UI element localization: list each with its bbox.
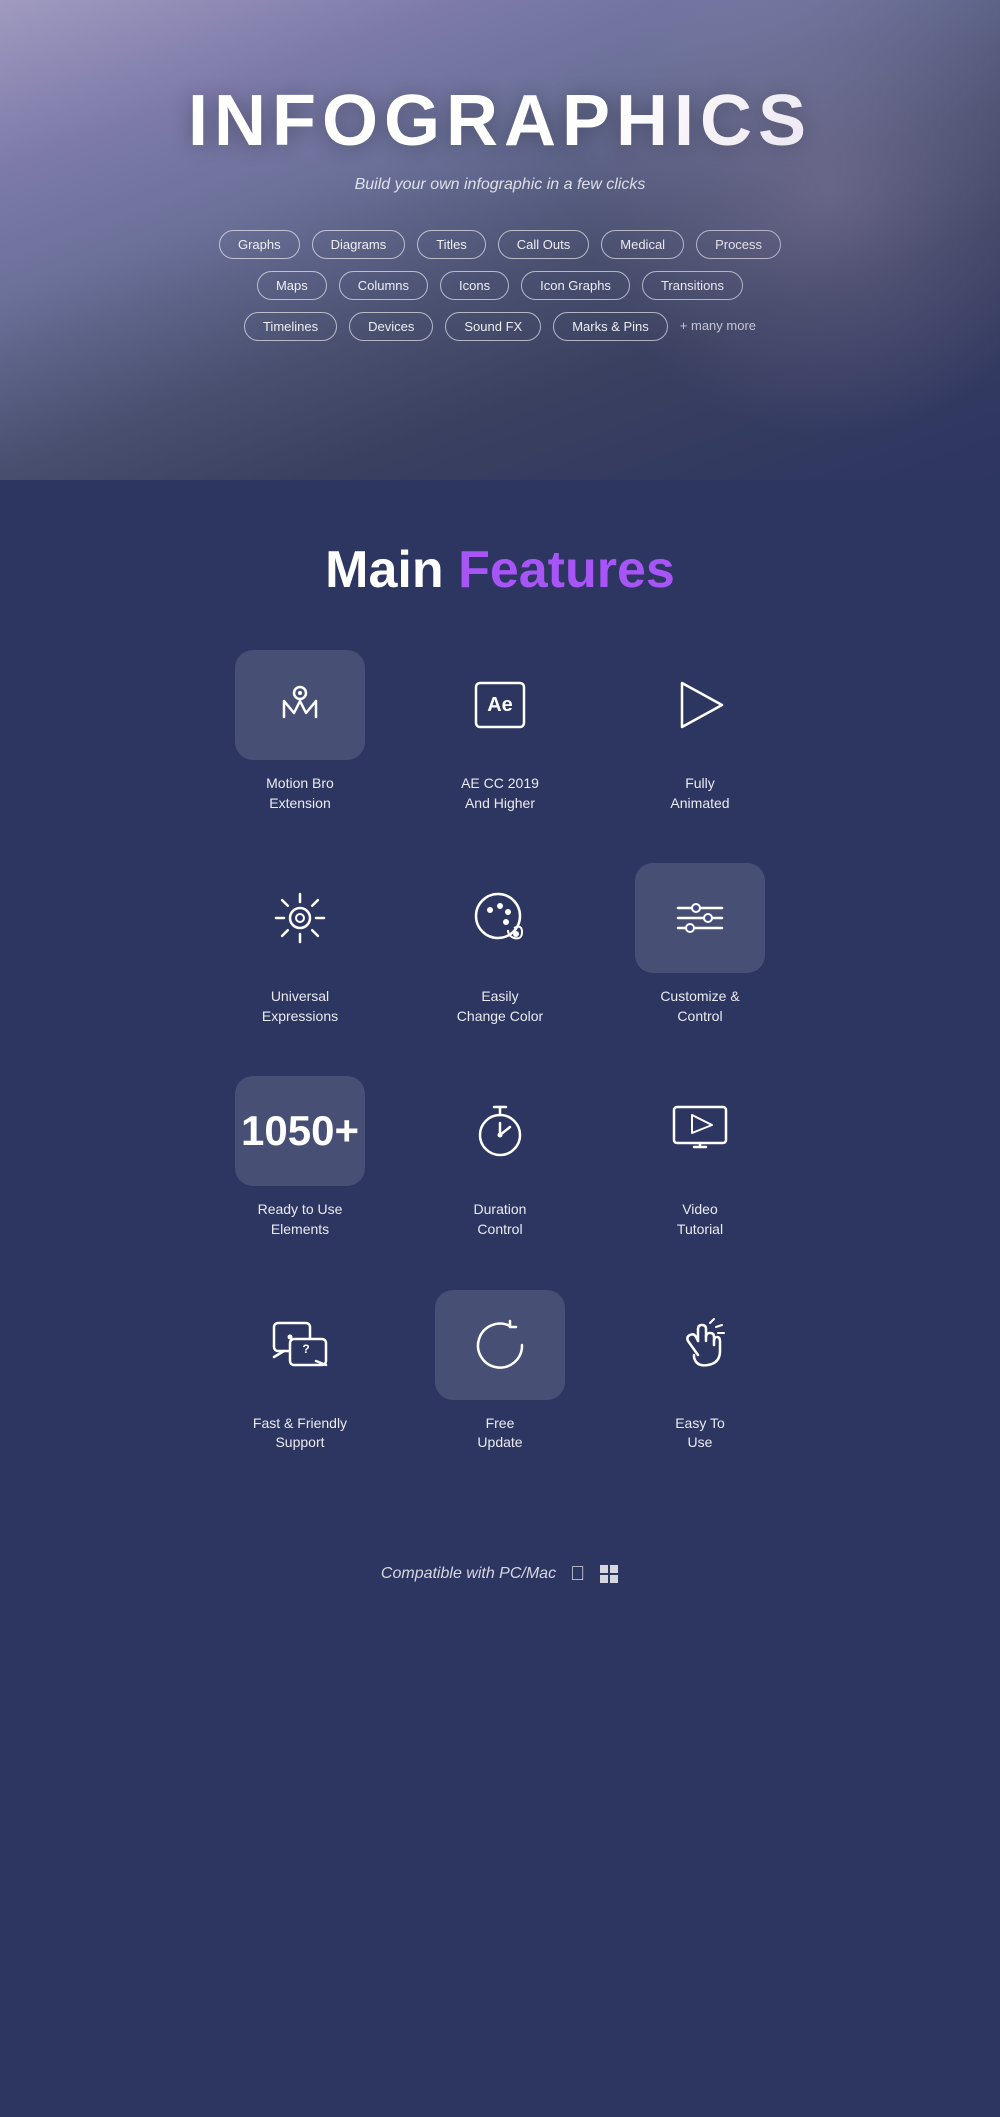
feature-label-tutorial: VideoTutorial: [677, 1200, 723, 1239]
tag-graphs: Graphs: [219, 230, 300, 259]
tag-titles: Titles: [417, 230, 486, 259]
svg-text:Ae: Ae: [487, 694, 513, 716]
feature-icon-box-support: ?: [235, 1290, 365, 1400]
tag-sound-fx: Sound FX: [445, 312, 541, 341]
gear-icon: [268, 886, 332, 950]
tags-row-1: Graphs Diagrams Titles Call Outs Medical…: [219, 230, 781, 259]
tag-timelines: Timelines: [244, 312, 337, 341]
compatible-bar: Compatible with PC/Mac : [0, 1533, 1000, 1626]
tag-medical: Medical: [601, 230, 684, 259]
feature-icon-box-tutorial: [635, 1076, 765, 1186]
svg-text:?: ?: [302, 1342, 309, 1356]
tag-columns: Columns: [339, 271, 428, 300]
feature-icon-box-animated: [635, 650, 765, 760]
refresh-icon: [468, 1313, 532, 1377]
feature-label-expressions: UniversalExpressions: [262, 987, 338, 1026]
section-title-white: Main: [325, 541, 458, 599]
hero-title: INFOGRAPHICS: [188, 80, 812, 162]
feature-label-animated: FullyAnimated: [670, 774, 729, 813]
tag-diagrams: Diagrams: [312, 230, 406, 259]
palette-icon: [468, 886, 532, 950]
hero-subtitle: Build your own infographic in a few clic…: [355, 176, 646, 194]
tag-process: Process: [696, 230, 781, 259]
features-section: Main Features Motion BroExtension Ae: [0, 480, 1000, 1533]
feature-label-ae: AE CC 2019And Higher: [461, 774, 539, 813]
feature-ae: Ae AE CC 2019And Higher: [400, 650, 600, 813]
feature-motion-bro: Motion BroExtension: [200, 650, 400, 813]
feature-label-motion-bro: Motion BroExtension: [266, 774, 334, 813]
windows-icon: [599, 1564, 619, 1584]
feature-tutorial: VideoTutorial: [600, 1076, 800, 1239]
chat-icon: ?: [268, 1313, 332, 1377]
feature-icon-box-motion-bro: [235, 650, 365, 760]
feature-icon-box-customize: [635, 863, 765, 973]
monitor-play-icon: [668, 1099, 732, 1163]
feature-update: FreeUpdate: [400, 1290, 600, 1453]
section-title-purple: Features: [458, 541, 675, 599]
feature-1050: 1050+ Ready to UseElements: [200, 1076, 400, 1239]
feature-icon-box-ae: Ae: [435, 650, 565, 760]
feature-duration: DurationControl: [400, 1076, 600, 1239]
tag-maps: Maps: [257, 271, 327, 300]
tag-icon-graphs: Icon Graphs: [521, 271, 630, 300]
feature-color: EasilyChange Color: [400, 863, 600, 1026]
tag-transitions: Transitions: [642, 271, 743, 300]
tags-row-2: Maps Columns Icons Icon Graphs Transitio…: [257, 271, 743, 300]
play-icon: [668, 673, 732, 737]
feature-label-easy: Easy ToUse: [675, 1414, 725, 1453]
feature-label-customize: Customize &Control: [660, 987, 739, 1026]
apple-icon: : [570, 1563, 585, 1586]
feature-support: ? Fast & FriendlySupport: [200, 1290, 400, 1453]
tag-callouts: Call Outs: [498, 230, 589, 259]
number-1050: 1050+: [241, 1110, 359, 1152]
tag-more: + many more: [680, 312, 756, 341]
tag-icons: Icons: [440, 271, 509, 300]
feature-customize: Customize &Control: [600, 863, 800, 1026]
sliders-icon: [668, 886, 732, 950]
section-title: Main Features: [325, 540, 675, 600]
tag-devices: Devices: [349, 312, 433, 341]
feature-label-duration: DurationControl: [474, 1200, 527, 1239]
motion-bro-icon: [268, 673, 332, 737]
feature-animated: FullyAnimated: [600, 650, 800, 813]
timer-icon: [468, 1099, 532, 1163]
feature-label-support: Fast & FriendlySupport: [253, 1414, 347, 1453]
feature-label-color: EasilyChange Color: [457, 987, 543, 1026]
feature-easy: Easy ToUse: [600, 1290, 800, 1453]
feature-icon-box-color: [435, 863, 565, 973]
ae-icon: Ae: [468, 673, 532, 737]
hand-icon: [668, 1313, 732, 1377]
feature-label-update: FreeUpdate: [477, 1414, 522, 1453]
feature-icon-box-update: [435, 1290, 565, 1400]
feature-label-1050: Ready to UseElements: [258, 1200, 343, 1239]
tags-container: Graphs Diagrams Titles Call Outs Medical…: [219, 230, 781, 341]
feature-expressions: UniversalExpressions: [200, 863, 400, 1026]
feature-icon-box-1050: 1050+: [235, 1076, 365, 1186]
feature-icon-box-duration: [435, 1076, 565, 1186]
tags-row-3: Timelines Devices Sound FX Marks & Pins …: [244, 312, 756, 341]
tag-marks-pins: Marks & Pins: [553, 312, 668, 341]
features-grid: Motion BroExtension Ae AE CC 2019And Hig…: [200, 650, 800, 1453]
feature-icon-box-easy: [635, 1290, 765, 1400]
compatible-text: Compatible with PC/Mac: [381, 1565, 556, 1583]
hero-section: INFOGRAPHICS Build your own infographic …: [0, 0, 1000, 480]
feature-icon-box-expressions: [235, 863, 365, 973]
